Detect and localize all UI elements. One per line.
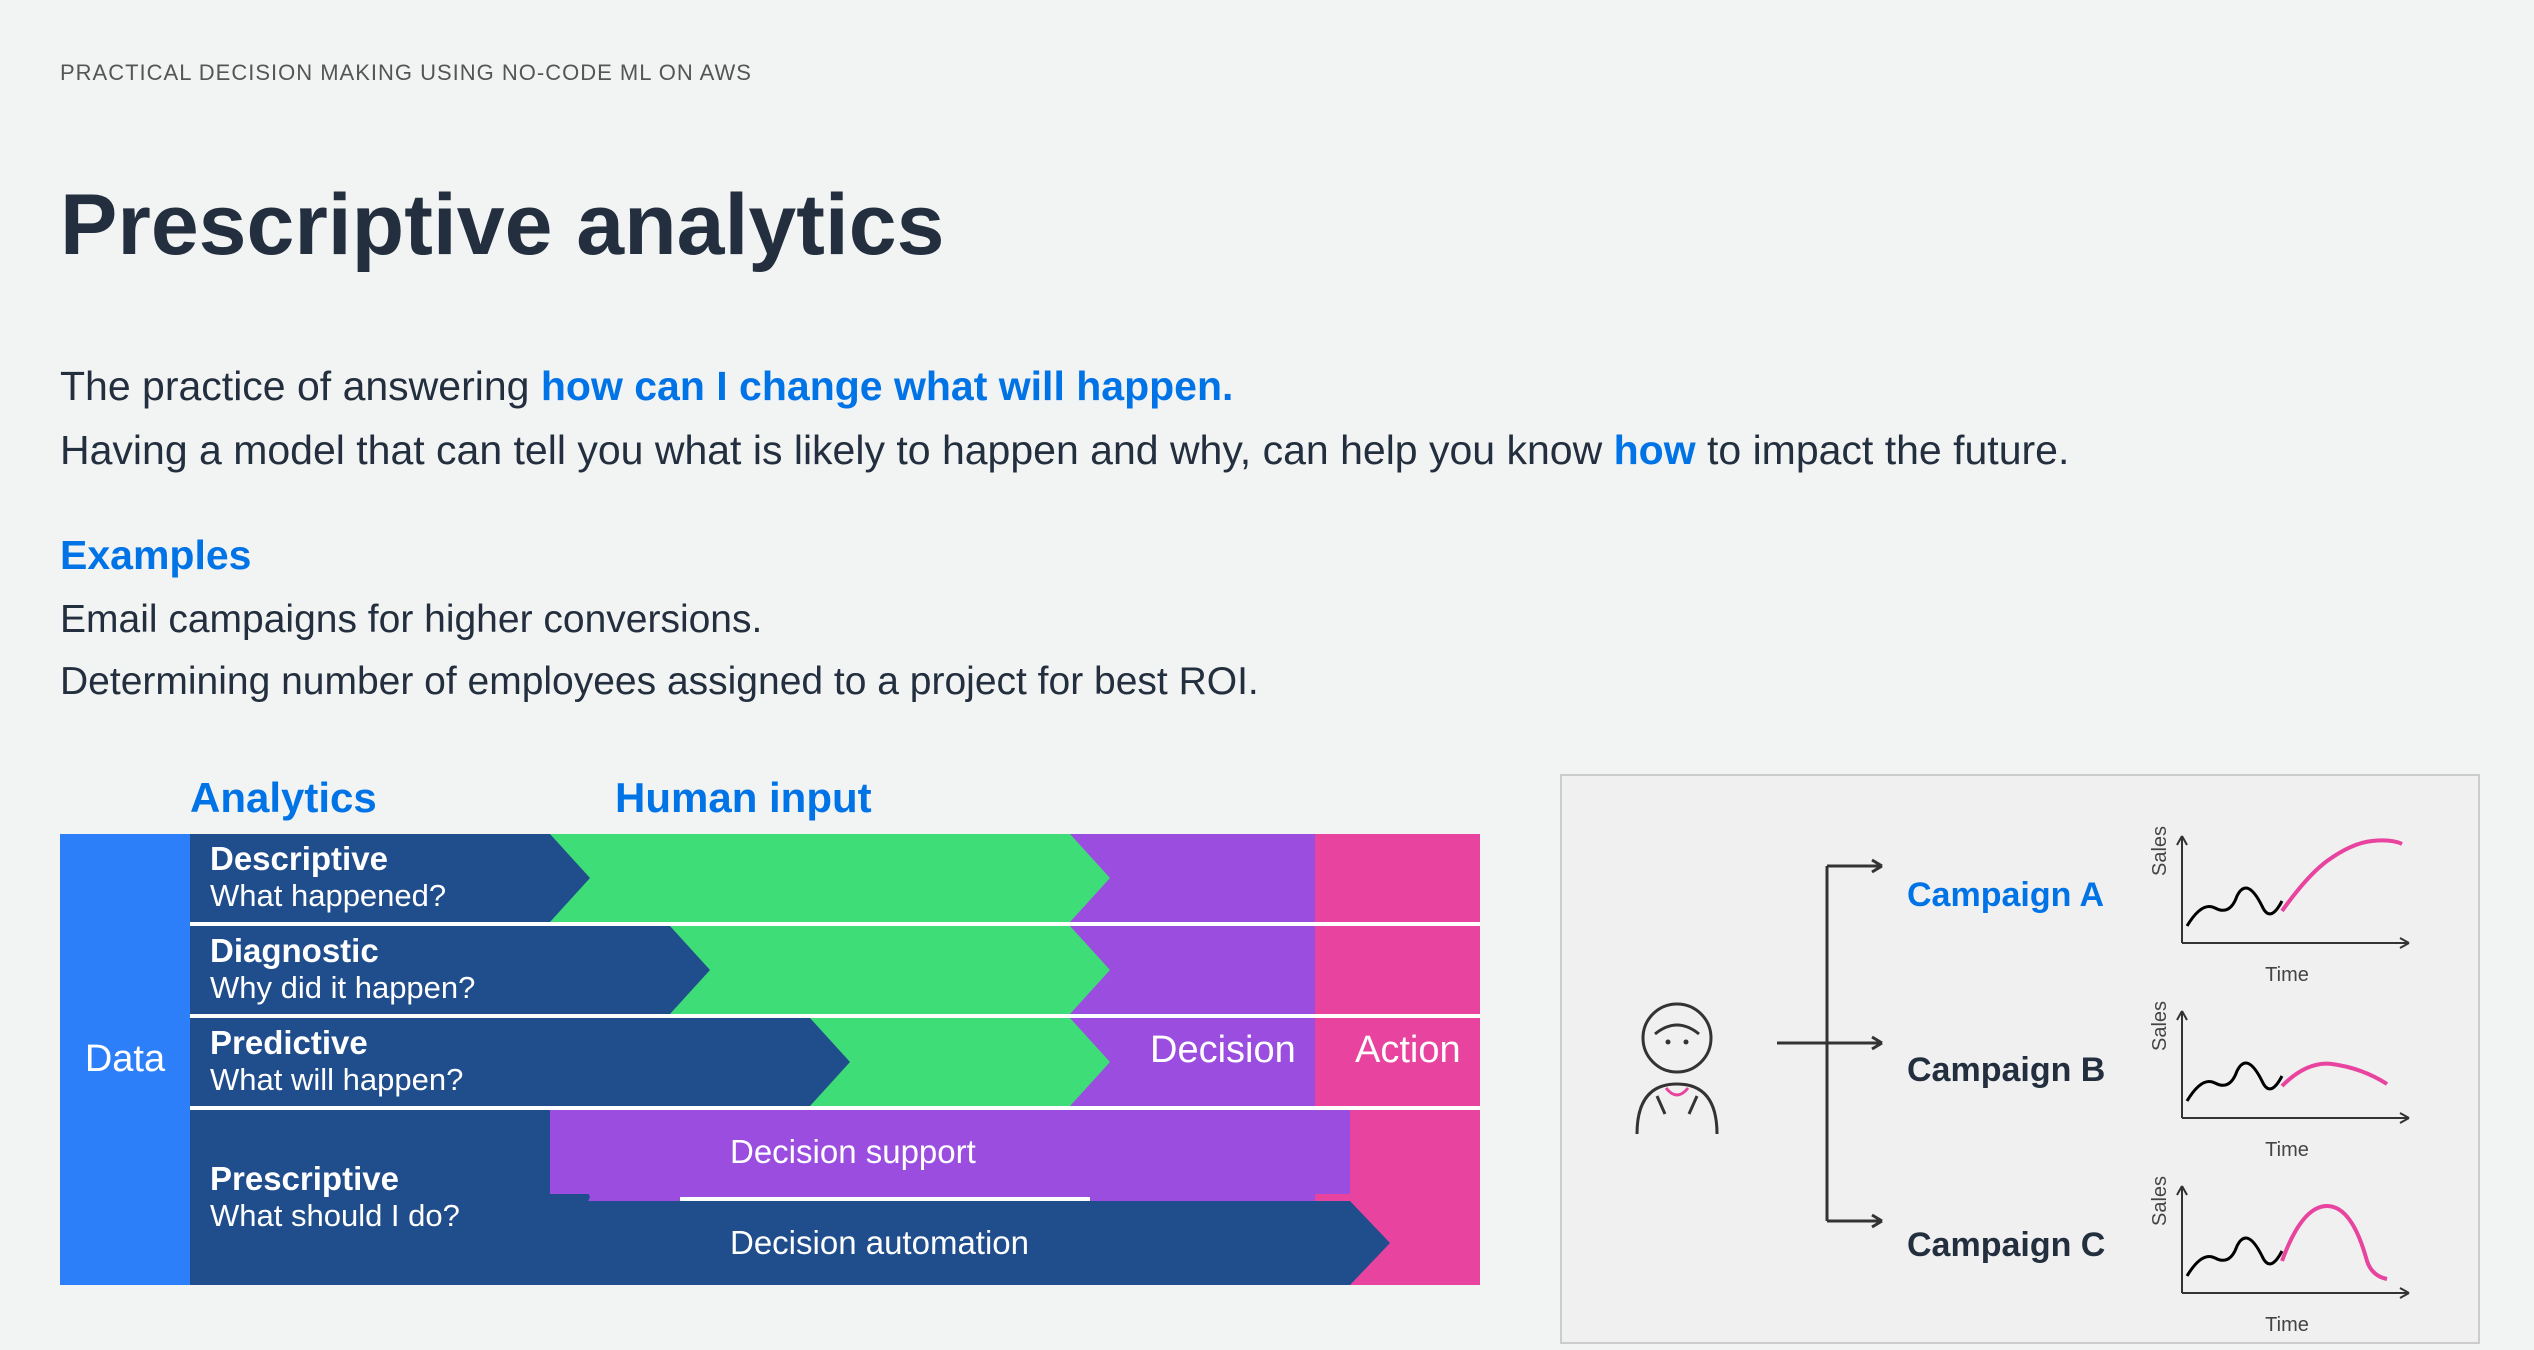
campaign-label: Campaign B [1907,1051,2127,1090]
y-axis-label: Sales [2149,826,2172,876]
x-axis-label: Time [2265,1314,2309,1337]
example-item: Email campaigns for higher conversions. [60,589,2534,651]
data-column: Data [60,834,190,1285]
campaign-label: Campaign A [1907,876,2127,915]
human-input-bar [670,926,1070,1014]
row-sub: What should I do? [210,1197,550,1234]
campaign-row: Campaign B Sales Time [1907,1006,2417,1136]
row-title: Prescriptive [210,1161,550,1197]
lead-line2-suffix: to impact the future. [1696,427,2070,473]
row-title: Diagnostic [210,933,670,969]
row-prescriptive: Prescriptive What should I do? [190,1110,550,1285]
analytics-maturity-diagram: Analytics Human input Descriptive What h… [60,774,1480,1344]
campaign-row: Campaign A Sales Time [1907,831,2417,961]
campaign-row: Campaign C Sales Time [1907,1181,2417,1311]
campaign-panel: Campaign A Sales Time Campaign B [1560,774,2480,1344]
lead-line2-prefix: Having a model that can tell you what is… [60,427,1614,473]
row-title: Predictive [210,1025,810,1061]
data-label: Data [85,1038,165,1081]
row-predictive: Predictive What will happen? [190,1018,810,1106]
x-axis-label: Time [2265,1139,2309,1162]
lead-paragraph: The practice of answering how can I chan… [60,355,2534,482]
column-header-human: Human input [615,774,872,822]
example-item: Determining number of employees assigned… [60,651,2534,713]
campaign-label: Campaign C [1907,1226,2127,1265]
breadcrumb: PRACTICAL DECISION MAKING USING NO-CODE … [60,60,2534,86]
examples-list: Email campaigns for higher conversions. … [60,589,2534,714]
row-sub: What will happen? [210,1061,810,1098]
x-axis-label: Time [2265,964,2309,987]
row-diagnostic: Diagnostic Why did it happen? [190,926,670,1014]
person-icon [1622,996,1732,1141]
column-header-analytics: Analytics [190,774,615,822]
page-title: Prescriptive analytics [60,176,2534,275]
examples-heading: Examples [60,532,2534,579]
y-axis-label: Sales [2149,1001,2172,1051]
prescriptive-support: Decision support [550,1110,1350,1194]
decision-label: Decision [1150,1029,1296,1072]
mini-chart-b: Sales Time [2157,1006,2417,1136]
mini-chart-c: Sales Time [2157,1181,2417,1311]
prescriptive-automation: Decision automation [550,1201,1350,1285]
action-label: Action [1355,1029,1461,1072]
row-title: Descriptive [210,841,550,877]
lead-highlight: how can I change what will happen. [541,363,1234,409]
mini-chart-a: Sales Time [2157,831,2417,961]
human-input-bar [550,834,1070,922]
branch-bracket-icon [1777,846,1897,1241]
y-axis-label: Sales [2149,1176,2172,1226]
lead-line2-highlight: how [1614,427,1696,473]
row-sub: What happened? [210,877,550,914]
lead-prefix: The practice of answering [60,363,541,409]
row-sub: Why did it happen? [210,969,670,1006]
row-descriptive: Descriptive What happened? [190,834,550,922]
